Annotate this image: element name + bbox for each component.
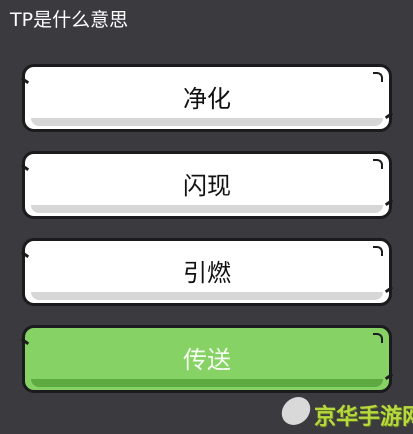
answer-option-1[interactable]: 净化	[20, 64, 394, 132]
brush-stroke-icon	[373, 333, 383, 343]
brush-stroke-icon	[373, 246, 383, 256]
brush-stroke-icon	[384, 285, 394, 294]
brush-stroke-icon	[20, 250, 30, 259]
site-watermark: 京华手游网	[279, 397, 413, 430]
watermark-text: 京华手游网	[314, 405, 413, 430]
watermark-logo-icon	[279, 397, 313, 425]
brush-stroke-icon	[20, 76, 30, 85]
answer-option-4[interactable]: 传送	[20, 325, 394, 393]
brush-stroke-icon	[20, 337, 30, 346]
answer-option-label: 闪现	[183, 172, 231, 200]
question-title: TP是什么意思	[10, 9, 129, 31]
answer-option-label: 传送	[183, 346, 231, 374]
brush-stroke-icon	[373, 159, 383, 169]
answer-list: 净化 闪现 引燃 传送	[20, 64, 394, 412]
answer-option-2[interactable]: 闪现	[20, 151, 394, 219]
answer-option-3[interactable]: 引燃	[20, 238, 394, 306]
brush-stroke-icon	[20, 163, 30, 172]
answer-option-label: 净化	[183, 85, 231, 113]
brush-stroke-icon	[373, 72, 383, 82]
brush-stroke-icon	[384, 372, 394, 381]
brush-stroke-icon	[384, 111, 394, 120]
brush-stroke-icon	[384, 198, 394, 207]
answer-option-label: 引燃	[183, 259, 231, 287]
